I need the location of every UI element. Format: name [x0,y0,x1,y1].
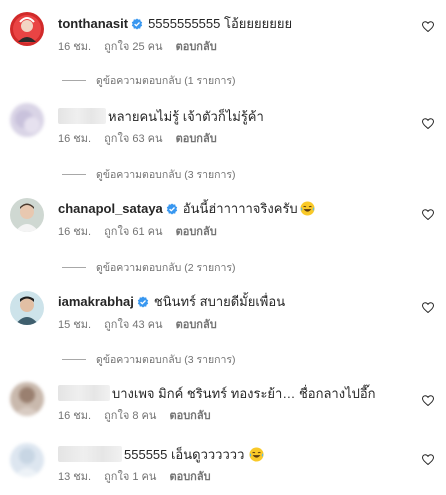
username[interactable]: tonthanasit [58,16,128,31]
divider [62,359,86,360]
comment-text: อันนี้ฮ่าาาาาจริงครับ [182,201,298,216]
verified-badge-icon [137,296,149,312]
like-count[interactable]: ถูกใจ 1 คน [104,471,156,483]
comment-time: 16 ชม. [58,226,92,238]
laughing-emoji-icon [300,201,315,220]
comment-time: 16 ชม. [58,410,92,422]
comment-text: 555555 เอ็นดูวววววว [124,447,245,462]
view-replies-button[interactable]: ดูข้อความตอบกลับ (2 รายการ) [62,259,236,276]
comment-time: 16 ชม. [58,133,92,145]
comment-time: 15 ชม. [58,319,92,331]
comment-time: 16 ชม. [58,41,92,53]
reply-button[interactable]: ตอบกลับ [176,319,217,331]
comment-item: chanapol_sataya อันนี้ฮ่าาาาาจริงครับ 16 … [0,185,446,280]
avatar[interactable] [10,291,44,325]
avatar[interactable] [10,443,44,477]
censored-username [58,385,110,401]
comment-text: หลายคนไม่รู้ เจ้าตัวก็ไม่รู้ค้า [108,109,264,124]
username[interactable]: chanapol_sataya [58,201,163,216]
view-replies-label: ดูข้อความตอบกลับ (3 รายการ) [96,354,236,366]
username[interactable]: iamakrabhaj [58,294,134,309]
comment-item: iamakrabhaj ชนินทร์ สบายดีมั้ยเพื่อน 15 ช… [0,280,446,372]
comment-item: 555555 เอ็นดูวววววว 13 ชม. ถูกใจ 1 คน ตอ… [0,432,446,495]
reply-button[interactable]: ตอบกลับ [176,41,217,53]
view-replies-button[interactable]: ดูข้อความตอบกลับ (1 รายการ) [62,72,236,89]
avatar[interactable] [10,12,44,46]
comment-item: หลายคนไม่รู้ เจ้าตัวก็ไม่รู้ค้า 16 ชม. ถ… [0,95,446,185]
divider [62,174,86,175]
like-count[interactable]: ถูกใจ 8 คน [104,410,156,422]
reply-button[interactable]: ตอบกลับ [176,133,217,145]
view-replies-label: ดูข้อความตอบกลับ (3 รายการ) [96,169,236,181]
reply-button[interactable]: ตอบกลับ [169,471,210,483]
laughing-emoji-icon [249,447,264,466]
censored-username [58,446,122,462]
comment-text: ชนินทร์ สบายดีมั้ยเพื่อน [153,294,286,309]
view-replies-label: ดูข้อความตอบกลับ (2 รายการ) [96,262,236,274]
view-replies-label: ดูข้อความตอบกลับ (1 รายการ) [96,75,236,87]
avatar[interactable] [10,382,44,416]
like-count[interactable]: ถูกใจ 61 คน [104,226,162,238]
heart-icon[interactable] [421,393,435,411]
divider [62,80,86,81]
heart-icon[interactable] [421,207,435,225]
view-replies-button[interactable]: ดูข้อความตอบกลับ (3 รายการ) [62,166,236,183]
heart-icon[interactable] [421,452,435,470]
like-count[interactable]: ถูกใจ 63 คน [104,133,162,145]
divider [62,267,86,268]
censored-username [58,108,106,124]
like-count[interactable]: ถูกใจ 43 คน [104,319,162,331]
view-replies-button[interactable]: ดูข้อความตอบกลับ (3 รายการ) [62,351,236,368]
like-count[interactable]: ถูกใจ 25 คน [104,41,162,53]
verified-badge-icon [131,18,143,34]
avatar[interactable] [10,198,44,232]
comment-time: 13 ชม. [58,471,92,483]
reply-button[interactable]: ตอบกลับ [176,226,217,238]
heart-icon[interactable] [421,116,435,134]
verified-badge-icon [166,203,178,219]
heart-icon[interactable] [421,300,435,318]
comment-item: บางเพจ มิกค์ ชรินทร์ ทองระย้า… ชื่อกลางไ… [0,372,446,432]
comment-text: บางเพจ มิกค์ ชรินทร์ ทองระย้า… ชื่อกลางไ… [112,386,376,401]
comment-text: 5555555555 โอ้ยยยยยยย [148,16,293,31]
avatar[interactable] [10,103,44,137]
reply-button[interactable]: ตอบกลับ [169,410,210,422]
heart-icon[interactable] [421,19,435,37]
comment-item: tonthanasit 5555555555 โอ้ยยยยยยย 16 ชม. … [0,0,446,95]
